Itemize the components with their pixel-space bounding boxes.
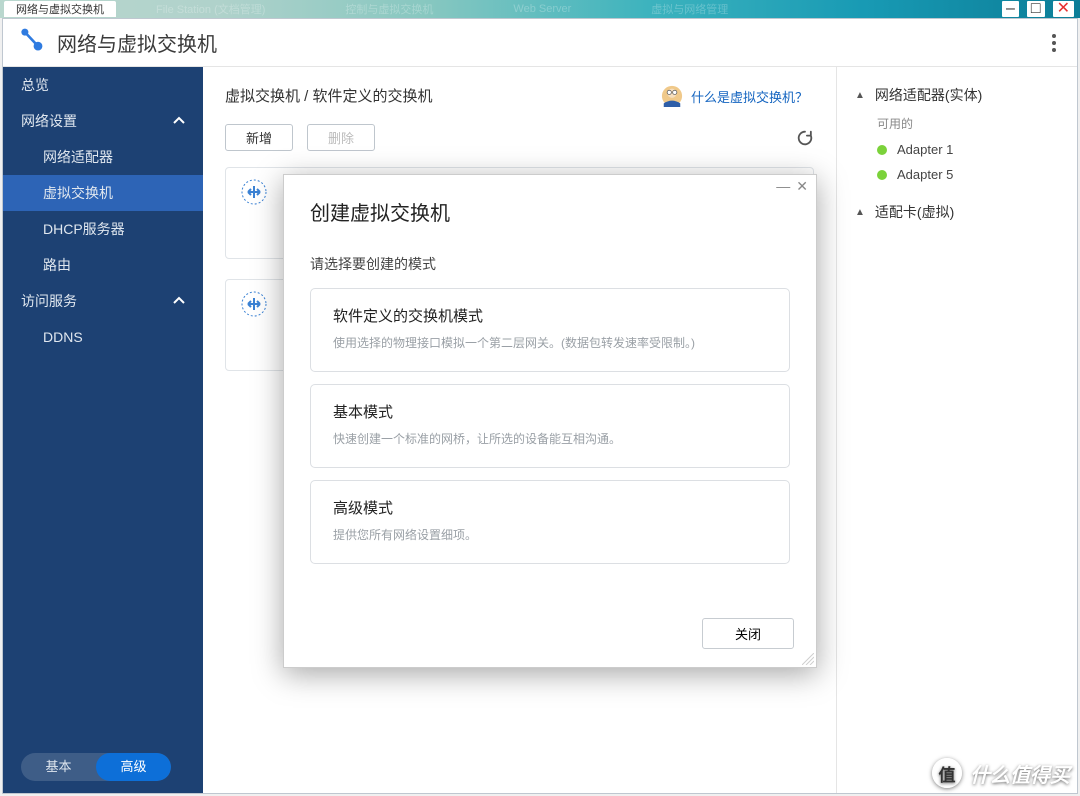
window-minimize-icon[interactable]: – <box>1002 1 1019 17</box>
taskbar-task-faint[interactable]: Web Server <box>473 3 611 15</box>
modal-subtitle: 请选择要创建的模式 <box>284 226 816 288</box>
taskbar-task-active[interactable]: 网络与虚拟交换机 <box>4 1 116 17</box>
option-desc: 快速创建一个标准的网桥，让所选的设备能互相沟通。 <box>333 430 767 447</box>
create-vswitch-modal: — ✕ 创建虚拟交换机 请选择要创建的模式 软件定义的交换机模式 使用选择的物理… <box>283 174 817 668</box>
option-desc: 使用选择的物理接口模拟一个第二层网关。(数据包转发速率受限制。) <box>333 334 767 351</box>
option-basic[interactable]: 基本模式 快速创建一个标准的网桥，让所选的设备能互相沟通。 <box>310 384 790 468</box>
window-maximize-icon[interactable]: □ <box>1027 1 1045 17</box>
window-close-icon[interactable]: ✕ <box>1053 1 1074 17</box>
option-title: 基本模式 <box>333 401 767 422</box>
resize-handle-icon[interactable] <box>802 653 814 665</box>
option-advanced[interactable]: 高级模式 提供您所有网络设置细项。 <box>310 480 790 564</box>
modal-close-icon[interactable]: ✕ <box>796 179 808 193</box>
modal-title: 创建虚拟交换机 <box>284 193 816 226</box>
modal-close-button[interactable]: 关闭 <box>702 618 794 649</box>
option-title: 软件定义的交换机模式 <box>333 305 767 326</box>
taskbar-task-faint[interactable]: 控制与虚拟交换机 <box>305 1 473 17</box>
option-title: 高级模式 <box>333 497 767 518</box>
taskbar-task-faint[interactable]: 虚拟与网络管理 <box>611 1 768 17</box>
taskbar-task-faint[interactable]: File Station (文档管理) <box>116 1 305 17</box>
option-software-defined[interactable]: 软件定义的交换机模式 使用选择的物理接口模拟一个第二层网关。(数据包转发速率受限… <box>310 288 790 372</box>
app-window: 网络与虚拟交换机 总览 网络设置 网络适配器 虚拟交换机 DHCP服务器 路由 … <box>2 18 1078 794</box>
option-desc: 提供您所有网络设置细项。 <box>333 526 767 543</box>
modal-minimize-icon[interactable]: — <box>776 179 790 193</box>
desktop-taskbar: 网络与虚拟交换机 File Station (文档管理) 控制与虚拟交换机 We… <box>0 0 1080 18</box>
